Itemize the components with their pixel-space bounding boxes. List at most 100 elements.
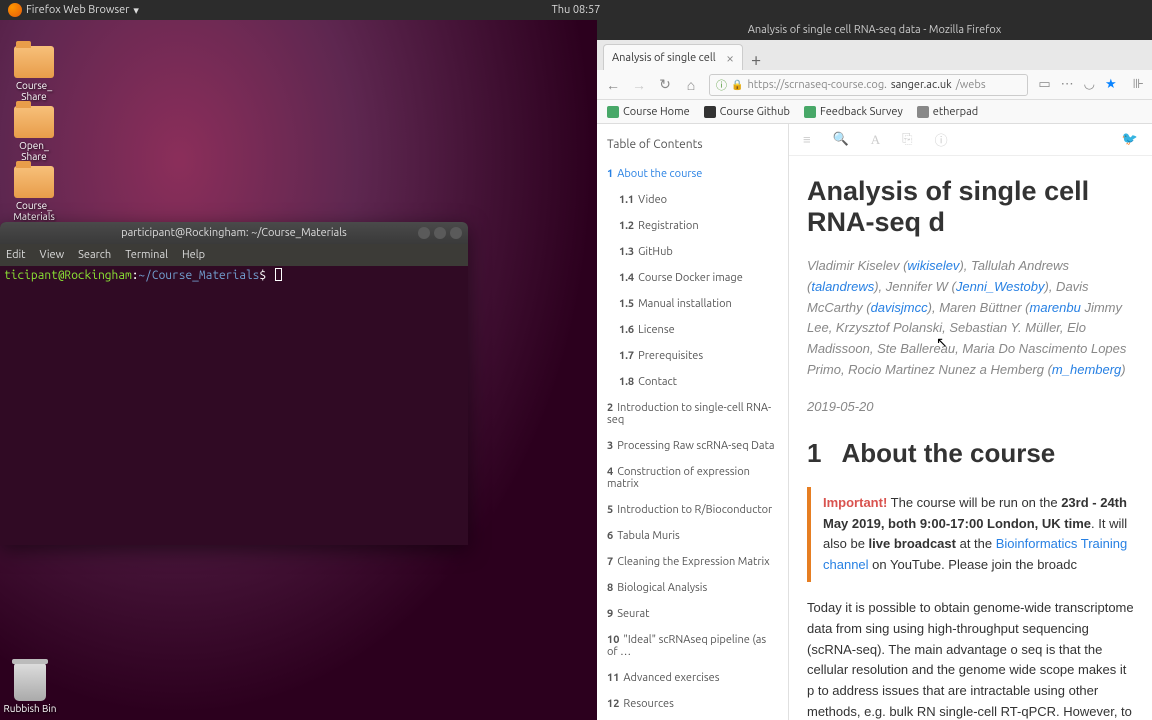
menu-icon[interactable]: ≡ bbox=[803, 132, 811, 147]
authors: Vladimir Kiselev (wikiselev), Tallulah A… bbox=[807, 256, 1134, 381]
pocket-icon[interactable]: ◡ bbox=[1084, 77, 1095, 92]
bookmark-item[interactable]: etherpad bbox=[917, 106, 978, 118]
toc-number: 1.4 bbox=[619, 272, 634, 284]
toc-item[interactable]: 1.1Video bbox=[597, 187, 788, 213]
toc-item[interactable]: 1.3 GitHub bbox=[597, 239, 788, 265]
toc-label: GitHub bbox=[638, 246, 673, 258]
toc-item[interactable]: 5Introduction to R/Bioconductor bbox=[597, 497, 788, 523]
page-content: Table of Contents 1About the course1.1Vi… bbox=[597, 124, 1152, 720]
reader-icon[interactable]: ▭ bbox=[1038, 77, 1050, 92]
toc-label: Cleaning the Expression Matrix bbox=[617, 556, 770, 568]
table-of-contents[interactable]: Table of Contents 1About the course1.1Vi… bbox=[597, 124, 789, 720]
bookmark-icon bbox=[917, 106, 929, 118]
new-tab-button[interactable]: + bbox=[743, 50, 769, 70]
bookmark-item[interactable]: Course Github bbox=[704, 106, 790, 118]
toc-item[interactable]: 1.6License bbox=[597, 317, 788, 343]
firefox-window: Analysis of single cell RNA-seq data - M… bbox=[597, 20, 1152, 720]
toc-label: Course Docker image bbox=[638, 272, 743, 284]
bookmark-label: Feedback Survey bbox=[820, 106, 903, 118]
toc-item[interactable]: 4Construction of expression matrix bbox=[597, 459, 788, 497]
folder-label: Course_Materials bbox=[4, 200, 64, 222]
url-bar[interactable]: ⓘ 🔒 https://scrnaseq-course.cog.sanger.a… bbox=[709, 74, 1028, 96]
bookmark-item[interactable]: Course Home bbox=[607, 106, 690, 118]
toc-number: 1.3 bbox=[619, 246, 634, 258]
toc-item[interactable]: 1.8Contact bbox=[597, 369, 788, 395]
page-actions-icon[interactable]: ⋯ bbox=[1061, 77, 1074, 92]
menu-view[interactable]: View bbox=[40, 249, 65, 261]
firefox-titlebar[interactable]: Analysis of single cell RNA-seq data - M… bbox=[597, 20, 1152, 40]
toc-item[interactable]: 8Biological Analysis bbox=[597, 575, 788, 601]
folder-label: Course_Share bbox=[4, 80, 64, 102]
toc-item[interactable]: 9Seurat bbox=[597, 601, 788, 627]
font-icon[interactable]: A bbox=[871, 132, 880, 148]
app-menu[interactable]: Firefox Web Browser ▾ bbox=[8, 3, 139, 17]
tab-close-icon[interactable]: × bbox=[726, 50, 734, 66]
toc-item[interactable]: 6Tabula Muris bbox=[597, 523, 788, 549]
terminal-cursor bbox=[275, 268, 282, 281]
url-domain: sanger.ac.uk bbox=[891, 79, 952, 91]
menu-help[interactable]: Help bbox=[182, 249, 205, 261]
toc-item[interactable]: 1.4 Course Docker image bbox=[597, 265, 788, 291]
reload-button[interactable]: ↻ bbox=[657, 77, 673, 93]
toc-item[interactable]: 11Advanced exercises bbox=[597, 665, 788, 691]
bookmark-item[interactable]: Feedback Survey bbox=[804, 106, 903, 118]
toc-label: Biological Analysis bbox=[617, 582, 707, 594]
back-button[interactable]: ← bbox=[605, 77, 621, 93]
toc-number: 6 bbox=[607, 530, 613, 542]
toc-number: 1.2 bbox=[619, 220, 634, 232]
toc-item[interactable]: 1About the course bbox=[597, 161, 788, 187]
minimize-button[interactable] bbox=[418, 227, 430, 239]
info-icon[interactable]: ⓘ bbox=[935, 130, 948, 149]
toc-item[interactable]: 12Resources bbox=[597, 691, 788, 717]
toc-label: Construction of expression matrix bbox=[607, 466, 750, 490]
toc-label: Video bbox=[638, 194, 667, 206]
desktop-folder[interactable]: Course_Materials bbox=[4, 166, 64, 222]
toc-label: Registration bbox=[638, 220, 699, 232]
download-icon[interactable]: ⎘ bbox=[902, 132, 912, 147]
bookmark-label: etherpad bbox=[933, 106, 978, 118]
terminal-window[interactable]: participant@Rockingham: ~/Course_Materia… bbox=[0, 222, 468, 545]
search-icon[interactable]: 🔍 bbox=[833, 132, 849, 147]
main-content[interactable]: ≡ 🔍 A ⎘ ⓘ 🐦 Analysis of single cell RNA-… bbox=[789, 124, 1152, 720]
desktop[interactable]: Course_Share Open_Share Course_Materials R… bbox=[0, 20, 597, 720]
prompt-path: ~/Course_Materials bbox=[138, 269, 259, 282]
url-prefix: https://scrnaseq-course.cog. bbox=[747, 79, 886, 91]
maximize-button[interactable] bbox=[434, 227, 446, 239]
toc-item[interactable]: 7Cleaning the Expression Matrix bbox=[597, 549, 788, 575]
toc-label: "Ideal" scRNAseq pipeline (as of … bbox=[607, 634, 766, 658]
menu-search[interactable]: Search bbox=[78, 249, 111, 261]
menu-terminal[interactable]: Terminal bbox=[125, 249, 168, 261]
toc-item[interactable]: 1.2 Registration bbox=[597, 213, 788, 239]
toc-label: Introduction to R/Bioconductor bbox=[617, 504, 772, 516]
desktop-folder[interactable]: Open_Share bbox=[4, 106, 64, 162]
forward-button[interactable]: → bbox=[631, 77, 647, 93]
info-icon[interactable]: ⓘ bbox=[716, 77, 727, 93]
terminal-titlebar[interactable]: participant@Rockingham: ~/Course_Materia… bbox=[0, 222, 468, 244]
browser-tab[interactable]: Analysis of single cell RNA- × bbox=[603, 44, 743, 70]
toc-item[interactable]: 10"Ideal" scRNAseq pipeline (as of … bbox=[597, 627, 788, 665]
toc-label: Introduction to single-cell RNA-seq bbox=[607, 402, 771, 426]
library-icon[interactable]: ⊪ bbox=[1133, 77, 1144, 92]
menu-edit[interactable]: Edit bbox=[6, 249, 26, 261]
toc-number: 9 bbox=[607, 608, 613, 620]
bookmark-star-icon[interactable]: ★ bbox=[1105, 77, 1117, 92]
desktop-folder[interactable]: Course_Share bbox=[4, 46, 64, 102]
home-button[interactable]: ⌂ bbox=[683, 77, 699, 93]
close-button[interactable] bbox=[450, 227, 462, 239]
folder-icon bbox=[14, 166, 54, 198]
toc-item[interactable]: 1.5Manual installation bbox=[597, 291, 788, 317]
nav-toolbar: ← → ↻ ⌂ ⓘ 🔒 https://scrnaseq-course.cog.… bbox=[597, 70, 1152, 100]
toc-label: License bbox=[638, 324, 675, 336]
prompt-user: ticipant@Rockingham bbox=[4, 269, 132, 282]
twitter-icon[interactable]: 🐦 bbox=[1122, 132, 1138, 147]
trash-icon[interactable]: Rubbish Bin bbox=[0, 663, 60, 714]
trash-label: Rubbish Bin bbox=[0, 703, 60, 714]
app-menu-label: Firefox Web Browser bbox=[26, 4, 129, 16]
terminal-body[interactable]: ticipant@Rockingham:~/Course_Materials$ bbox=[0, 266, 468, 284]
toc-item[interactable]: 1.7Prerequisites bbox=[597, 343, 788, 369]
toc-item[interactable]: 3Processing Raw scRNA-seq Data bbox=[597, 433, 788, 459]
clock[interactable]: Thu 08:57 bbox=[552, 4, 601, 16]
bookmark-icon bbox=[704, 106, 716, 118]
toc-item[interactable]: 2Introduction to single-cell RNA-seq bbox=[597, 395, 788, 433]
toc-number: 1.5 bbox=[619, 298, 634, 310]
